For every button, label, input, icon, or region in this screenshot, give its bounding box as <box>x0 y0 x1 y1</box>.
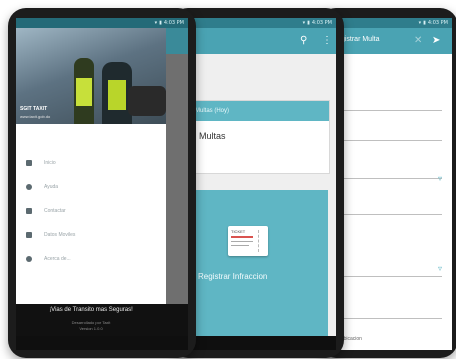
motorcycle-shape <box>128 86 166 116</box>
drawer-item-label: Contactar <box>44 208 66 214</box>
phone-right-screen: ▾ ▮ 4:03 PM Registrar Multa ✕ ➤ ▿ ▿ Ubic… <box>326 18 452 350</box>
ticket-icon: TICKET <box>228 226 268 256</box>
ticket-line-1 <box>231 241 253 242</box>
drawer-item-contactar[interactable]: Contactar <box>26 204 156 218</box>
drawer-item-datos-moviles[interactable]: Datos Moviles <box>26 228 156 242</box>
status-time: 4:03 PM <box>311 20 332 26</box>
phone-left-screen: ▾ ▮ 4:03 PM SGIT TAXIT www.taxit.gob.do … <box>16 18 188 350</box>
home-icon <box>26 160 32 166</box>
navigation-drawer: SGIT TAXIT www.taxit.gob.do Inicio Ayuda… <box>16 28 166 336</box>
nav-bar <box>16 336 188 350</box>
ticket-stub <box>258 230 265 252</box>
status-bar: ▾ ▮ 4:03 PM <box>178 18 336 28</box>
drawer-item-label: Datos Moviles <box>44 232 76 238</box>
drawer-item-label: Ayuda <box>44 184 59 190</box>
drawer-item-label: Acerca de... <box>44 256 71 262</box>
app-bar: Registrar Multa ✕ ➤ <box>326 28 452 54</box>
footer-developer: Desarrollado por Taxit <box>71 320 111 325</box>
org-url: www.taxit.gob.do <box>20 114 51 119</box>
overflow-menu-icon[interactable]: ⋮ <box>322 36 332 46</box>
form-field-4[interactable] <box>338 214 442 215</box>
wifi-icon: ▾ <box>418 20 422 26</box>
battery-icon: ▮ <box>307 20 310 26</box>
drawer-item-inicio[interactable]: Inicio <box>26 156 156 170</box>
fines-today-card[interactable]: Multas (Hoy) Multas <box>178 100 330 174</box>
ticket-line-red <box>231 236 253 238</box>
help-icon <box>26 184 32 190</box>
status-bar: ▾ ▮ 4:03 PM <box>326 18 452 28</box>
drawer-header-photo: SGIT TAXIT www.taxit.gob.do <box>16 28 166 124</box>
register-infraction-button[interactable]: TICKET Registrar Infraccion <box>178 190 328 336</box>
drawer-item-acerca-de[interactable]: Acerca de... <box>26 252 156 266</box>
phone-middle-screen: ▾ ▮ 4:03 PM ⚲ ⋮ Multas (Hoy) Multas TICK… <box>178 18 336 350</box>
app-bar: ⚲ ⋮ <box>178 28 336 54</box>
ticket-line-2 <box>231 245 249 246</box>
drawer-footer: ¡Vias de Transito mas Seguras! Desarroll… <box>16 304 188 336</box>
person-icon <box>26 208 32 214</box>
status-bar: ▾ ▮ 4:03 PM <box>16 18 188 28</box>
signal-icon <box>26 232 32 238</box>
fines-card-header-label: Multas (Hoy) <box>195 108 230 114</box>
wifi-icon: ▾ <box>154 20 158 26</box>
phone-middle: ▾ ▮ 4:03 PM ⚲ ⋮ Multas (Hoy) Multas TICK… <box>170 8 344 358</box>
wifi-icon: ▾ <box>302 20 306 26</box>
info-icon <box>26 256 32 262</box>
form-field-5[interactable] <box>338 276 442 277</box>
status-time: 4:03 PM <box>163 20 184 26</box>
footer-version: Version 1.0.0 <box>79 326 103 331</box>
battery-icon: ▮ <box>159 20 162 26</box>
ticket-icon-label: TICKET <box>231 229 246 234</box>
form-field-6[interactable] <box>338 318 442 319</box>
phone-left: ▾ ▮ 4:03 PM SGIT TAXIT www.taxit.gob.do … <box>8 8 196 358</box>
form-field-3[interactable] <box>338 178 442 179</box>
drawer-item-label: Inicio <box>44 160 56 166</box>
form-field-1[interactable] <box>338 110 442 111</box>
register-infraction-label: Registrar Infraccion <box>198 272 268 281</box>
fines-card-header: Multas (Hoy) <box>179 101 329 121</box>
dropdown-icon-1[interactable]: ▿ <box>438 174 442 183</box>
dropdown-icon-2[interactable]: ▿ <box>438 264 442 273</box>
org-name: SGIT TAXIT <box>20 106 48 112</box>
nav-bar <box>178 336 336 350</box>
fines-card-value: Multas <box>199 131 226 141</box>
search-icon[interactable]: ⚲ <box>300 36 307 46</box>
status-time: 4:03 PM <box>427 20 448 26</box>
slogan: ¡Vias de Transito mas Seguras! <box>49 307 133 313</box>
battery-icon: ▮ <box>423 20 426 26</box>
close-icon[interactable]: ✕ <box>414 36 422 46</box>
form-field-2[interactable] <box>338 140 442 141</box>
send-icon[interactable]: ➤ <box>432 36 440 46</box>
officer-vest-1 <box>76 78 92 106</box>
officer-vest-2 <box>108 80 126 110</box>
drawer-item-ayuda[interactable]: Ayuda <box>26 180 156 194</box>
